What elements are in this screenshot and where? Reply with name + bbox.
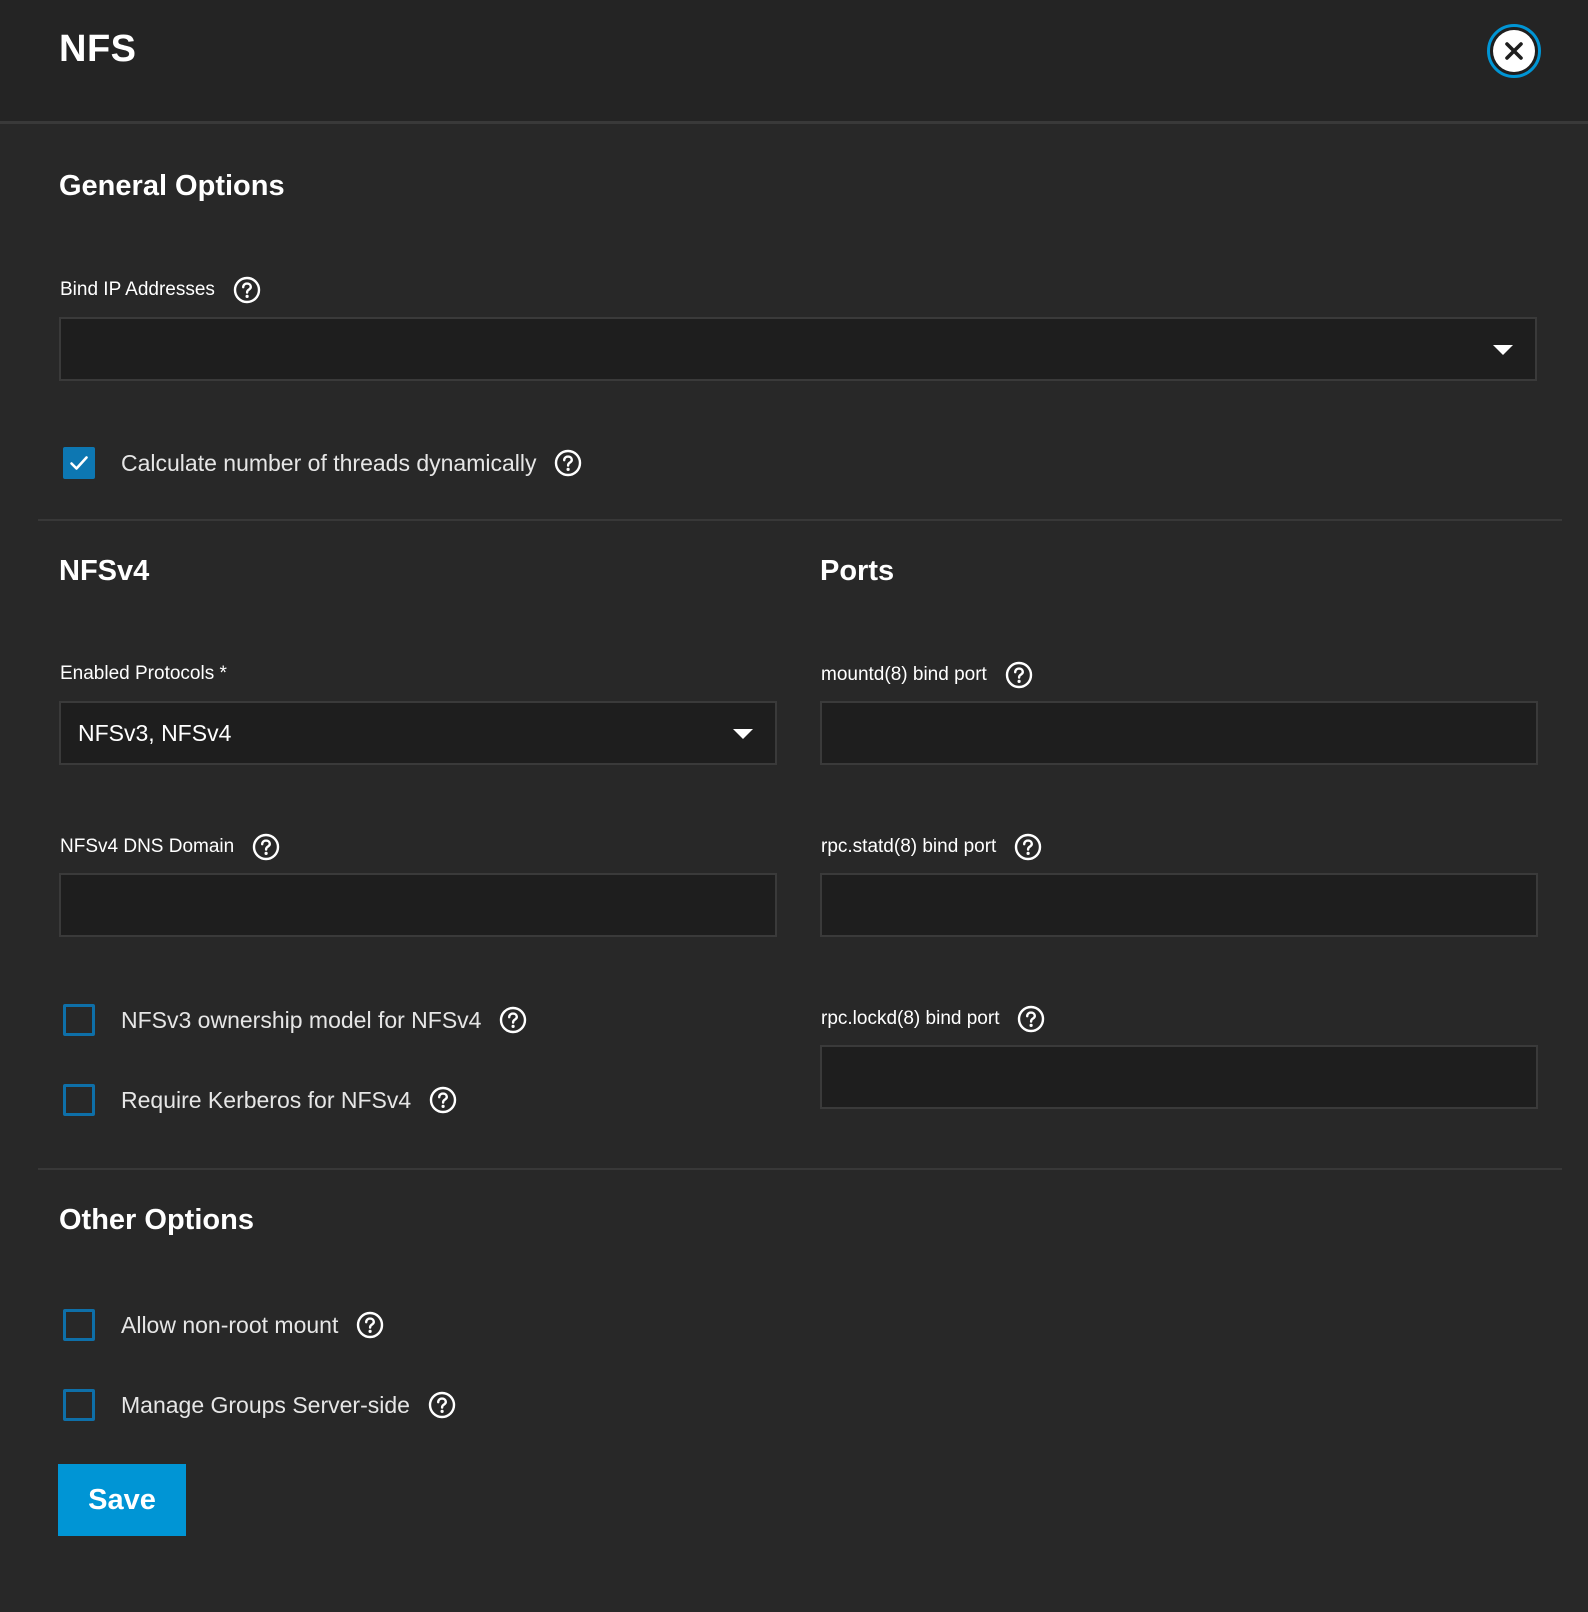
- help-icon[interactable]: [499, 1006, 527, 1034]
- manage-groups-checkbox-row: Manage Groups Server-side: [59, 1389, 456, 1421]
- mountd-label-text: mountd(8) bind port: [821, 664, 987, 685]
- lockd-port-input[interactable]: [820, 1045, 1538, 1109]
- non-root-checkbox-row: Allow non-root mount: [59, 1309, 384, 1341]
- help-icon[interactable]: [252, 833, 280, 861]
- non-root-label: Allow non-root mount: [121, 1311, 339, 1338]
- kerberos-label: Require Kerberos for NFSv4: [121, 1086, 412, 1113]
- lockd-label-text: rpc.lockd(8) bind port: [821, 1008, 1000, 1029]
- ownership-label: NFSv3 ownership model for NFSv4: [121, 1006, 482, 1033]
- section-title-ports: Ports: [820, 555, 895, 587]
- mountd-label: mountd(8) bind port: [821, 661, 1033, 689]
- threads-checkbox[interactable]: [63, 447, 95, 479]
- statd-label: rpc.statd(8) bind port: [821, 833, 1042, 861]
- section-title-general: General Options: [59, 170, 285, 202]
- ownership-checkbox[interactable]: [63, 1004, 95, 1036]
- mountd-port-input[interactable]: [820, 701, 1538, 765]
- bind-ip-label-text: Bind IP Addresses: [60, 279, 215, 300]
- bind-ip-label: Bind IP Addresses: [60, 276, 261, 304]
- ownership-checkbox-row: NFSv3 ownership model for NFSv4: [59, 1004, 527, 1036]
- manage-groups-label: Manage Groups Server-side: [121, 1391, 410, 1418]
- check-icon: [70, 456, 88, 470]
- close-button[interactable]: [1487, 24, 1541, 78]
- dns-domain-label-text: NFSv4 DNS Domain: [60, 836, 235, 857]
- statd-port-input[interactable]: [820, 873, 1538, 937]
- section-title-nfsv4: NFSv4: [59, 555, 150, 587]
- manage-groups-checkbox[interactable]: [63, 1389, 95, 1421]
- protocols-label: Enabled Protocols *: [60, 663, 227, 684]
- help-icon[interactable]: [1014, 833, 1042, 861]
- chevron-down-icon: [733, 729, 753, 739]
- help-icon[interactable]: [1017, 1005, 1045, 1033]
- non-root-checkbox[interactable]: [63, 1309, 95, 1341]
- statd-label-text: rpc.statd(8) bind port: [821, 836, 997, 857]
- help-icon[interactable]: [554, 449, 582, 477]
- save-button[interactable]: Save: [58, 1464, 186, 1536]
- dns-domain-label: NFSv4 DNS Domain: [60, 833, 280, 861]
- protocols-select[interactable]: NFSv3, NFSv4: [59, 701, 777, 765]
- divider: [38, 1168, 1562, 1170]
- kerberos-checkbox[interactable]: [63, 1084, 95, 1116]
- help-icon[interactable]: [428, 1391, 456, 1419]
- dns-domain-input[interactable]: [59, 873, 777, 937]
- chevron-down-icon: [1493, 345, 1513, 355]
- section-title-other: Other Options: [59, 1204, 254, 1236]
- bind-ip-select[interactable]: [59, 317, 1537, 381]
- divider: [38, 519, 1562, 521]
- close-icon: [1493, 30, 1535, 72]
- help-icon[interactable]: [429, 1086, 457, 1114]
- dialog-header: NFS: [0, 0, 1588, 124]
- protocols-value: NFSv3, NFSv4: [78, 719, 232, 746]
- help-icon[interactable]: [1005, 661, 1033, 689]
- threads-label: Calculate number of threads dynamically: [121, 449, 537, 476]
- page-title: NFS: [59, 28, 137, 70]
- help-icon[interactable]: [233, 276, 261, 304]
- help-icon[interactable]: [356, 1311, 384, 1339]
- lockd-label: rpc.lockd(8) bind port: [821, 1005, 1045, 1033]
- kerberos-checkbox-row: Require Kerberos for NFSv4: [59, 1084, 457, 1116]
- threads-checkbox-row: Calculate number of threads dynamically: [59, 447, 582, 479]
